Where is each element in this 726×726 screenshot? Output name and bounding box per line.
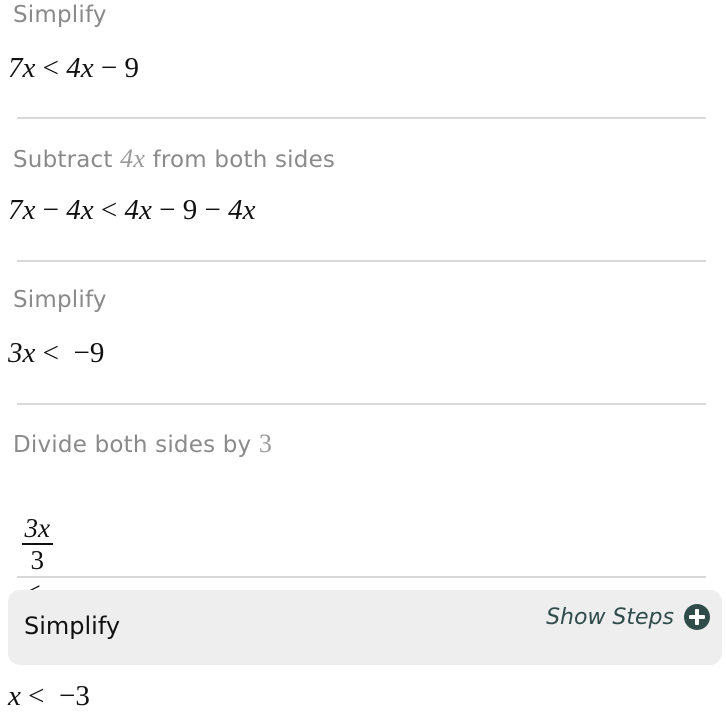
- step-3-expression: 3x < −9: [8, 337, 105, 369]
- step-2-label-math: 4x: [120, 144, 146, 173]
- step-4-label-prefix: Divide both sides by: [13, 432, 259, 458]
- divider: [17, 260, 706, 262]
- show-steps-label: Show Steps: [546, 604, 674, 630]
- step-4-label-math: 3: [258, 429, 273, 458]
- divider: [17, 403, 706, 405]
- step-2-label-suffix: from both sides: [145, 147, 336, 173]
- final-step-label: Simplify: [24, 612, 121, 640]
- step-3-label: Simplify: [13, 287, 107, 313]
- step-4-label: Divide both sides by 3: [13, 429, 272, 459]
- fraction-left-denominator: 3: [30, 545, 44, 575]
- fraction-left: 3x 3: [21, 513, 53, 575]
- final-step-box: Simplify Show Steps: [8, 590, 722, 665]
- step-2-expression: 7x − 4x < 4x − 9 − 4x: [8, 194, 256, 226]
- final-result: x < −3: [8, 680, 90, 712]
- divider: [17, 576, 706, 578]
- show-steps-button[interactable]: Show Steps: [546, 604, 710, 630]
- step-1-expression: 7x < 4x − 9: [8, 52, 139, 84]
- step-2-label: Subtract 4x from both sides: [13, 144, 335, 174]
- step-2-label-prefix: Subtract: [13, 147, 121, 173]
- fraction-left-numerator: 3x: [21, 513, 53, 545]
- plus-circle-icon[interactable]: [684, 604, 710, 630]
- step-1-label: Simplify: [13, 2, 107, 28]
- divider: [17, 117, 706, 119]
